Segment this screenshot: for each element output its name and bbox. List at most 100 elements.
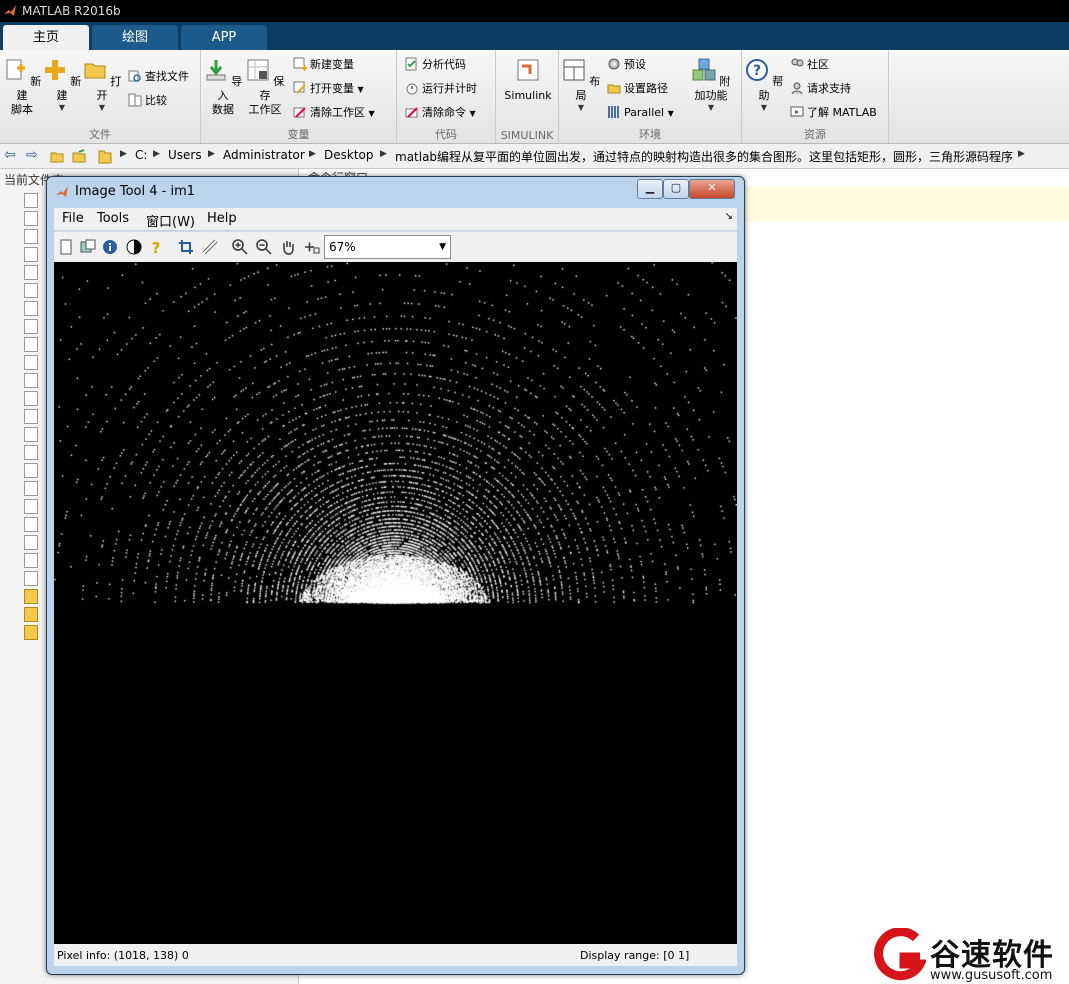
file-icon[interactable] [24,625,38,640]
menu-file[interactable]: File [62,211,84,226]
preferences-button[interactable]: 预设 [607,56,646,74]
menu-tools[interactable]: Tools [97,211,129,226]
file-icon[interactable] [24,409,38,424]
find-files-button[interactable]: 查找文件 [128,68,189,86]
file-icon[interactable] [24,301,38,316]
tab-home[interactable]: 主页 [3,25,89,50]
run-and-time-button[interactable]: 运行并计时 [405,80,477,98]
addons-button[interactable]: 附加功能 ▼ [687,58,735,113]
file-icon[interactable] [24,445,38,460]
contrast-icon[interactable] [126,239,142,255]
file-icon[interactable] [24,283,38,298]
file-icon[interactable] [24,535,38,550]
import-data-button[interactable]: 导入 数据 [203,58,243,117]
zoom-level-select[interactable]: 67% ▼ [324,235,451,259]
file-icon[interactable] [24,229,38,244]
file-icon[interactable] [24,607,38,622]
pixel-region-icon[interactable] [304,239,320,255]
menu-help[interactable]: Help [207,211,237,226]
new-figure-icon[interactable] [58,239,74,255]
help-button[interactable]: ? 帮助 ▼ [744,58,784,113]
image-info-icon[interactable] [102,239,118,255]
image-overview-icon[interactable] [80,239,96,255]
image-canvas[interactable] [54,262,737,944]
save-workspace-icon [247,59,269,81]
clear-workspace-button[interactable]: 清除工作区 ▼ [293,104,375,122]
file-icon[interactable] [24,247,38,262]
file-icon[interactable] [24,265,38,280]
forward-arrow-icon[interactable]: ⇨ [26,147,38,163]
file-icon[interactable] [24,211,38,226]
file-icon[interactable] [24,481,38,496]
ribbon-group-simulink: Simulink SIMULINK [496,50,559,143]
breadcrumb-item[interactable]: Administrator [223,148,305,162]
file-icon[interactable] [24,373,38,388]
group-label-environment: 环境 [639,128,661,141]
file-icon[interactable] [24,499,38,514]
set-path-button[interactable]: 设置路径 [607,80,668,98]
browse-folder-icon[interactable] [72,149,86,163]
breadcrumb-item[interactable]: Desktop [324,148,374,162]
crop-icon[interactable] [178,239,194,255]
open-variable-icon [293,81,306,94]
compare-icon [128,93,142,107]
back-arrow-icon[interactable]: ⇦ [4,147,16,163]
clear-commands-button[interactable]: 清除命令 ▼ [405,104,476,122]
file-icon[interactable] [24,355,38,370]
help-question-icon[interactable]: ? [148,239,164,255]
community-button[interactable]: 社区 [790,56,829,74]
tab-plots[interactable]: 绘图 [92,25,178,50]
file-icon[interactable] [24,193,38,208]
up-folder-icon[interactable] [50,149,64,163]
new-button[interactable]: 新建 ▼ [42,58,82,113]
zoom-out-icon[interactable] [256,239,272,255]
folder-icon [84,63,106,79]
breadcrumb-item[interactable]: matlab编程从复平面的单位圆出发，通过特点的映射构造出很多的集合图形。这里包… [395,148,1013,165]
dock-arrow-icon[interactable]: ↘ [725,211,733,222]
ribbon-group-file: 新建 脚本 新建 ▼ 打开 ▼ 查找文件 比较 文件 [0,50,201,143]
layout-icon [563,59,585,81]
file-icon[interactable] [24,427,38,442]
request-support-button[interactable]: 请求支持 [790,80,851,98]
group-label-variable: 变量 [287,128,310,141]
file-icon[interactable] [24,517,38,532]
ruler-distance-icon[interactable] [202,239,218,255]
learn-matlab-icon [790,106,804,117]
file-icon[interactable] [24,553,38,568]
file-icon[interactable] [24,337,38,352]
learn-matlab-label: 了解 MATLAB [807,106,877,119]
open-variable-button[interactable]: 打开变量 ▼ [293,80,364,98]
pan-hand-icon[interactable] [280,239,296,255]
open-button[interactable]: 打开 ▼ [82,58,122,113]
menu-window[interactable]: 窗口(W) [146,211,195,230]
breadcrumb-item[interactable]: Users [168,148,202,162]
learn-matlab-button[interactable]: 了解 MATLAB [790,104,877,122]
matlab-logo-icon [4,5,16,16]
file-icon[interactable] [24,463,38,478]
file-icon[interactable] [24,391,38,406]
breadcrumb-item[interactable]: C: [135,148,147,162]
file-icon[interactable] [24,319,38,334]
chevron-down-icon: ▼ [439,242,446,252]
group-label-simulink: SIMULINK [500,129,554,142]
community-icon [791,58,804,67]
compare-button[interactable]: 比较 [128,92,167,110]
close-button[interactable]: ✕ [689,179,735,199]
maximize-button[interactable]: ▢ [663,179,689,199]
clear-commands-icon [405,107,418,118]
zoom-in-icon[interactable] [232,239,248,255]
minimize-button[interactable]: ▁ [637,179,663,199]
file-icon[interactable] [24,589,38,604]
support-icon [791,82,803,95]
file-icon[interactable] [24,571,38,586]
matlab-figure-icon [56,186,68,197]
new-variable-button[interactable]: 新建变量 [293,56,354,74]
simulink-button[interactable]: Simulink [500,58,556,103]
parallel-button[interactable]: Parallel ▼ [607,104,674,122]
community-label: 社区 [807,58,829,71]
new-script-button[interactable]: 新建 脚本 [2,58,42,117]
tab-apps[interactable]: APP [181,25,267,50]
layout-button[interactable]: 布局 ▼ [561,58,601,113]
save-workspace-button[interactable]: 保存 工作区 [245,58,285,117]
analyze-code-button[interactable]: 分析代码 [405,56,466,74]
